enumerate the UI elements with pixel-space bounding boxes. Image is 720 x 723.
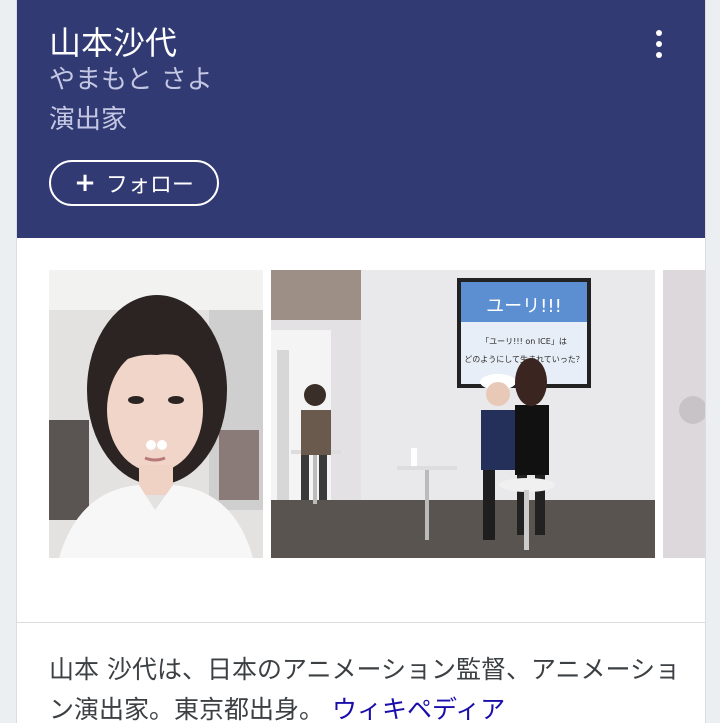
entity-description: 山本 沙代は、日本のアニメーション監督、アニメーション演出家。東京都出身。 ウィ… bbox=[49, 650, 689, 723]
section-divider bbox=[17, 622, 705, 623]
more-options-button[interactable] bbox=[643, 22, 675, 66]
svg-text:「ユーリ!!! on ICE」は: 「ユーリ!!! on ICE」は bbox=[481, 337, 567, 346]
entity-reading: やまもと さよ bbox=[49, 65, 213, 95]
entity-occupation: 演出家 bbox=[49, 105, 128, 135]
follow-label: フォロー bbox=[105, 173, 194, 198]
wikipedia-link[interactable]: ウィキペディア bbox=[332, 695, 505, 723]
event-stage-photo[interactable]: ユーリ!!! 「ユーリ!!! on ICE」は どのようにして生まれていった？ bbox=[271, 270, 655, 558]
more-vert-icon bbox=[656, 30, 662, 36]
plus-icon: + bbox=[74, 168, 96, 198]
knowledge-panel-card: 山本沙代 やまもと さよ 演出家 + フォロー ユーリ!!! 「ユーリ!!! o… bbox=[16, 0, 706, 723]
entity-title: 山本沙代 bbox=[49, 24, 178, 62]
knowledge-panel-header: 山本沙代 やまもと さよ 演出家 + フォロー bbox=[17, 0, 705, 238]
portrait-photo[interactable] bbox=[49, 270, 263, 558]
follow-button[interactable]: + フォロー bbox=[49, 160, 219, 206]
partial-photo[interactable] bbox=[663, 270, 705, 558]
screen-logo: ユーリ!!! bbox=[486, 296, 562, 317]
image-gallery: ユーリ!!! 「ユーリ!!! on ICE」は どのようにして生まれていった？ bbox=[17, 238, 705, 623]
